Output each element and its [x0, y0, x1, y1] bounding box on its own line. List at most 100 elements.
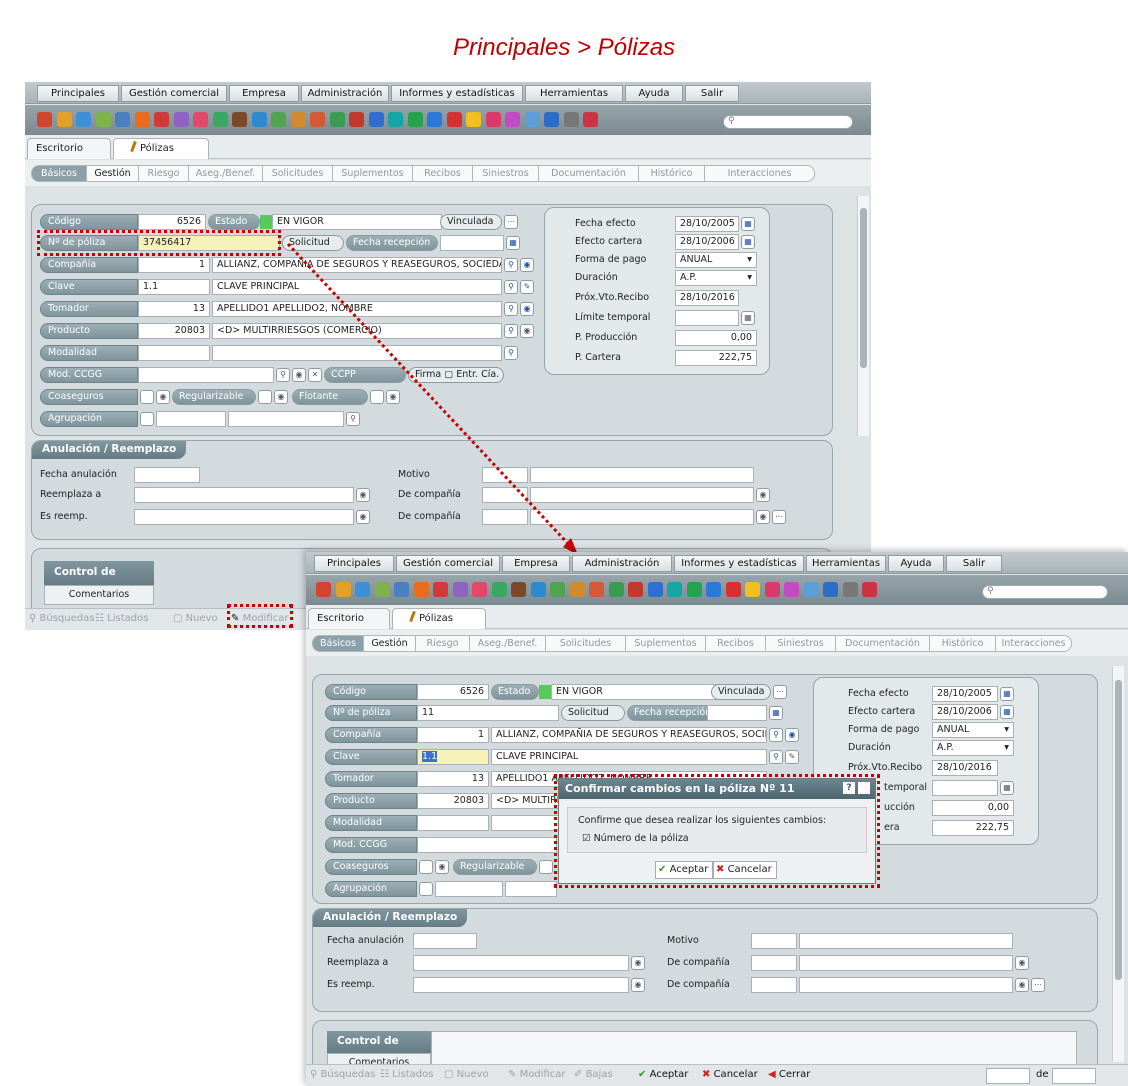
agrupacion-checkbox[interactable]: [419, 882, 433, 896]
producto-code-field[interactable]: 20803: [417, 793, 489, 809]
subtab-gestion[interactable]: Gestión: [364, 635, 416, 652]
codigo-field[interactable]: 6526: [417, 684, 489, 700]
view-de-compania-1-icon[interactable]: ◉: [1015, 956, 1029, 970]
cancelar-button[interactable]: ✖ Cancelar: [702, 1069, 758, 1080]
toolbar-icon[interactable]: [823, 582, 838, 597]
page-field[interactable]: [986, 1068, 1030, 1084]
toolbar-icon[interactable]: [803, 582, 819, 597]
modalidad-code-field[interactable]: [417, 815, 489, 831]
coaseguros-view-icon[interactable]: ◉: [435, 860, 449, 874]
regularizable-checkbox[interactable]: [539, 860, 553, 874]
toolbar-icon[interactable]: [355, 582, 370, 597]
clave-code-field[interactable]: 1.1: [417, 749, 489, 765]
calendar-efecto-icon[interactable]: ▦: [1000, 687, 1014, 701]
toolbar-icon[interactable]: [472, 582, 487, 597]
agrupacion-select[interactable]: [435, 881, 503, 897]
toolbar-icon[interactable]: [550, 582, 565, 597]
subtab-suplementos[interactable]: Suplementos: [626, 635, 706, 652]
toolbar-icon[interactable]: [335, 582, 351, 597]
toolbar-icon[interactable]: [589, 582, 604, 597]
view-es-reemp-icon[interactable]: ◉: [631, 978, 645, 992]
toolbar-icon[interactable]: [530, 582, 546, 597]
mod-ccgg-field[interactable]: [417, 837, 557, 853]
toolbar-icon[interactable]: [862, 582, 877, 597]
modificar-button[interactable]: ✎ Modificar: [508, 1069, 565, 1080]
toolbar-icon[interactable]: [413, 582, 429, 597]
view-reemplaza-icon[interactable]: ◉: [631, 956, 645, 970]
subtab-solicitudes[interactable]: Solicitudes: [546, 635, 626, 652]
poliza-number-field[interactable]: 11: [417, 705, 559, 721]
bajas-button[interactable]: ✐ Bajas: [574, 1069, 613, 1080]
nuevo-button[interactable]: ▢ Nuevo: [444, 1069, 489, 1080]
toolbar-icon[interactable]: [842, 582, 858, 597]
de-compania-2-code[interactable]: [751, 977, 797, 993]
menu-informes[interactable]: Informes y estadísticas: [674, 555, 804, 572]
toolbar-icon[interactable]: [647, 582, 663, 597]
aceptar-button[interactable]: ✔ Aceptar: [638, 1069, 688, 1080]
solicitud-toggle[interactable]: Solicitud: [561, 705, 625, 721]
menu-gestion-comercial[interactable]: Gestión comercial: [396, 555, 500, 572]
subtab-aseg-benef[interactable]: Aseg./Benef.: [470, 635, 546, 652]
lookup-clave-icon[interactable]: ⚲: [769, 750, 783, 764]
view-de-compania-2-icon[interactable]: ◉: [1015, 978, 1029, 992]
toolbar-icon[interactable]: [628, 582, 643, 597]
control-gestion-tab[interactable]: Control de gestión: [327, 1031, 431, 1067]
subtab-documentacion[interactable]: Documentación: [836, 635, 930, 652]
tomador-code-field[interactable]: 13: [417, 771, 489, 787]
vinculada-checkbox[interactable]: Vinculada: [711, 684, 771, 700]
page-total-field[interactable]: [1052, 1068, 1096, 1084]
subtab-riesgo[interactable]: Riesgo: [416, 635, 470, 652]
menu-herramientas[interactable]: Herramientas: [806, 555, 886, 572]
edit-clave-icon[interactable]: ✎: [785, 750, 799, 764]
fecha-anulacion-field[interactable]: [413, 933, 477, 949]
forma-pago-select[interactable]: ANUAL ▾: [932, 722, 1014, 738]
subtab-siniestros[interactable]: Siniestros: [766, 635, 836, 652]
toolbar-icon[interactable]: [491, 582, 507, 597]
calendar-cartera-icon[interactable]: ▦: [1000, 705, 1014, 719]
calendar-limite-icon[interactable]: ▦: [1000, 781, 1014, 795]
limite-temporal-field[interactable]: [932, 780, 998, 796]
reemplaza-a-field[interactable]: [413, 955, 629, 971]
link-icon[interactable]: ⋯: [773, 685, 787, 699]
scrollbar-thumb[interactable]: [1115, 680, 1122, 980]
agrupacion-field[interactable]: [505, 881, 557, 897]
motivo-code-field[interactable]: [751, 933, 797, 949]
toolbar-icon[interactable]: [433, 582, 448, 597]
compania-code-field[interactable]: 1: [417, 727, 489, 743]
toolbar-icon[interactable]: [745, 582, 760, 597]
subtab-historico[interactable]: Histórico: [930, 635, 996, 652]
toolbar-icon[interactable]: [452, 582, 468, 597]
toolbar-icon[interactable]: [686, 582, 702, 597]
listados-button[interactable]: ☷ Listados: [380, 1069, 433, 1080]
toolbar-icon[interactable]: [706, 582, 721, 597]
toolbar-icon[interactable]: [608, 582, 624, 597]
view-compania-icon[interactable]: ◉: [785, 728, 799, 742]
cerrar-button[interactable]: ◀ Cerrar: [768, 1069, 810, 1080]
menu-salir[interactable]: Salir: [946, 555, 1002, 572]
menu-ayuda[interactable]: Ayuda: [888, 555, 944, 572]
tab-polizas[interactable]: Pólizas: [392, 608, 486, 629]
toolbar-icon[interactable]: [667, 582, 682, 597]
de-compania-1-code[interactable]: [751, 955, 797, 971]
toolbar-icon[interactable]: [725, 582, 741, 597]
es-reemp-field[interactable]: [413, 977, 629, 993]
menu-principales[interactable]: Principales: [314, 555, 394, 572]
toolbar-icon[interactable]: [316, 582, 331, 597]
subtab-recibos[interactable]: Recibos: [706, 635, 766, 652]
scrollbar[interactable]: [1112, 666, 1124, 1062]
efecto-cartera-field[interactable]: 28/10/2006: [932, 704, 998, 720]
toolbar-icon[interactable]: [511, 582, 526, 597]
toolbar-icon[interactable]: [374, 582, 390, 597]
search-input[interactable]: ⚲: [982, 585, 1108, 599]
toolbar-icon[interactable]: [764, 582, 780, 597]
subtab-interacciones[interactable]: Interacciones: [996, 635, 1072, 652]
menu-empresa[interactable]: Empresa: [502, 555, 570, 572]
link-de-compania-2-icon[interactable]: ⋯: [1031, 978, 1045, 992]
toolbar-icon[interactable]: [784, 582, 799, 597]
toolbar-icon[interactable]: [569, 582, 585, 597]
lookup-compania-icon[interactable]: ⚲: [769, 728, 783, 742]
duracion-select[interactable]: A.P. ▾: [932, 740, 1014, 756]
tab-escritorio[interactable]: Escritorio: [308, 608, 390, 629]
fecha-efecto-field[interactable]: 28/10/2005: [932, 686, 998, 702]
menu-administracion[interactable]: Administración: [572, 555, 672, 572]
